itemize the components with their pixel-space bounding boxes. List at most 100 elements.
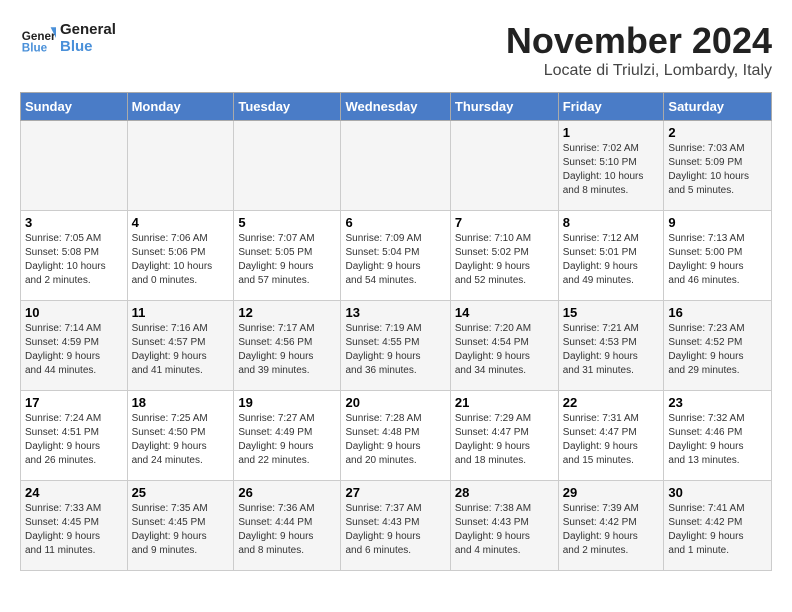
weekday-header-sunday: Sunday — [21, 93, 128, 121]
weekday-header-monday: Monday — [127, 93, 234, 121]
calendar-cell: 8 Sunrise: 7:12 AMSunset: 5:01 PMDaylight… — [558, 211, 664, 301]
day-number: 16 — [668, 305, 767, 320]
logo-line2: Blue — [60, 38, 116, 55]
calendar-cell: 14 Sunrise: 7:20 AMSunset: 4:54 PMDayligh… — [450, 301, 558, 391]
calendar-week-4: 17 Sunrise: 7:24 AMSunset: 4:51 PMDayligh… — [21, 391, 772, 481]
calendar-cell: 3Sunrise: 7:05 AMSunset: 5:08 PMDaylight… — [21, 211, 128, 301]
title-block: November 2024 Locate di Triulzi, Lombard… — [506, 20, 772, 80]
calendar-week-3: 10 Sunrise: 7:14 AMSunset: 4:59 PMDayligh… — [21, 301, 772, 391]
calendar-cell: 6 Sunrise: 7:09 AMSunset: 5:04 PMDaylight… — [341, 211, 450, 301]
day-info: Sunrise: 7:10 AMSunset: 5:02 PMDaylight:… — [455, 232, 554, 288]
day-info: Sunrise: 7:17 AMSunset: 4:56 PMDaylight:… — [238, 322, 336, 378]
weekday-row: SundayMondayTuesdayWednesdayThursdayFrid… — [21, 93, 772, 121]
calendar-cell: 9 Sunrise: 7:13 AMSunset: 5:00 PMDaylight… — [664, 211, 772, 301]
day-number: 8 — [563, 215, 660, 230]
day-info: Sunrise: 7:41 AMSunset: 4:42 PMDaylight:… — [668, 502, 767, 558]
weekday-header-wednesday: Wednesday — [341, 93, 450, 121]
day-info: Sunrise: 7:29 AMSunset: 4:47 PMDaylight:… — [455, 412, 554, 468]
day-info: Sunrise: 7:38 AMSunset: 4:43 PMDaylight:… — [455, 502, 554, 558]
day-number: 19 — [238, 395, 336, 410]
calendar-cell: 17 Sunrise: 7:24 AMSunset: 4:51 PMDayligh… — [21, 391, 128, 481]
weekday-header-saturday: Saturday — [664, 93, 772, 121]
day-info: Sunrise: 7:31 AMSunset: 4:47 PMDaylight:… — [563, 412, 660, 468]
day-number: 22 — [563, 395, 660, 410]
calendar-cell: 26 Sunrise: 7:36 AMSunset: 4:44 PMDayligh… — [234, 481, 341, 571]
day-number: 6 — [345, 215, 445, 230]
calendar-cell — [21, 121, 128, 211]
day-info: Sunrise: 7:35 AMSunset: 4:45 PMDaylight:… — [132, 502, 230, 558]
logo-line1: General — [60, 21, 116, 38]
calendar-cell — [127, 121, 234, 211]
day-info: Sunrise: 7:14 AMSunset: 4:59 PMDaylight:… — [25, 322, 123, 378]
calendar-cell: 16 Sunrise: 7:23 AMSunset: 4:52 PMDayligh… — [664, 301, 772, 391]
day-info: Sunrise: 7:12 AMSunset: 5:01 PMDaylight:… — [563, 232, 660, 288]
day-info: Sunrise: 7:07 AMSunset: 5:05 PMDaylight:… — [238, 232, 336, 288]
calendar-cell — [450, 121, 558, 211]
day-number: 4 — [132, 215, 230, 230]
day-info: Sunrise: 7:21 AMSunset: 4:53 PMDaylight:… — [563, 322, 660, 378]
calendar-cell: 28 Sunrise: 7:38 AMSunset: 4:43 PMDayligh… — [450, 481, 558, 571]
day-info: Sunrise: 7:32 AMSunset: 4:46 PMDaylight:… — [668, 412, 767, 468]
day-info: Sunrise: 7:23 AMSunset: 4:52 PMDaylight:… — [668, 322, 767, 378]
day-number: 15 — [563, 305, 660, 320]
day-info: Sunrise: 7:37 AMSunset: 4:43 PMDaylight:… — [345, 502, 445, 558]
calendar-cell: 24 Sunrise: 7:33 AMSunset: 4:45 PMDayligh… — [21, 481, 128, 571]
day-info: Sunrise: 7:27 AMSunset: 4:49 PMDaylight:… — [238, 412, 336, 468]
calendar-cell: 20 Sunrise: 7:28 AMSunset: 4:48 PMDayligh… — [341, 391, 450, 481]
day-number: 2 — [668, 125, 767, 140]
day-number: 13 — [345, 305, 445, 320]
calendar-week-5: 24 Sunrise: 7:33 AMSunset: 4:45 PMDayligh… — [21, 481, 772, 571]
day-number: 29 — [563, 485, 660, 500]
month-title: November 2024 — [506, 20, 772, 62]
day-info: Sunrise: 7:05 AMSunset: 5:08 PMDaylight:… — [25, 232, 123, 288]
day-number: 20 — [345, 395, 445, 410]
day-info: Sunrise: 7:28 AMSunset: 4:48 PMDaylight:… — [345, 412, 445, 468]
day-number: 14 — [455, 305, 554, 320]
day-info: Sunrise: 7:03 AMSunset: 5:09 PMDaylight:… — [668, 142, 767, 198]
weekday-header-friday: Friday — [558, 93, 664, 121]
calendar-cell — [234, 121, 341, 211]
day-number: 28 — [455, 485, 554, 500]
calendar-cell: 11Sunrise: 7:16 AMSunset: 4:57 PMDayligh… — [127, 301, 234, 391]
calendar-cell: 18Sunrise: 7:25 AMSunset: 4:50 PMDayligh… — [127, 391, 234, 481]
day-info: Sunrise: 7:09 AMSunset: 5:04 PMDaylight:… — [345, 232, 445, 288]
calendar-cell: 21 Sunrise: 7:29 AMSunset: 4:47 PMDayligh… — [450, 391, 558, 481]
day-number: 9 — [668, 215, 767, 230]
location-subtitle: Locate di Triulzi, Lombardy, Italy — [506, 62, 772, 80]
calendar-cell: 4Sunrise: 7:06 AMSunset: 5:06 PMDaylight… — [127, 211, 234, 301]
calendar-body: 1 Sunrise: 7:02 AMSunset: 5:10 PMDaylight… — [21, 121, 772, 571]
day-number: 17 — [25, 395, 123, 410]
calendar-cell: 15 Sunrise: 7:21 AMSunset: 4:53 PMDayligh… — [558, 301, 664, 391]
calendar-cell: 12 Sunrise: 7:17 AMSunset: 4:56 PMDayligh… — [234, 301, 341, 391]
calendar-cell: 5 Sunrise: 7:07 AMSunset: 5:05 PMDaylight… — [234, 211, 341, 301]
day-number: 11 — [132, 305, 230, 320]
day-info: Sunrise: 7:36 AMSunset: 4:44 PMDaylight:… — [238, 502, 336, 558]
day-info: Sunrise: 7:24 AMSunset: 4:51 PMDaylight:… — [25, 412, 123, 468]
svg-text:Blue: Blue — [22, 42, 48, 55]
calendar-cell: 2 Sunrise: 7:03 AMSunset: 5:09 PMDaylight… — [664, 121, 772, 211]
calendar-cell: 30Sunrise: 7:41 AMSunset: 4:42 PMDayligh… — [664, 481, 772, 571]
day-info: Sunrise: 7:20 AMSunset: 4:54 PMDaylight:… — [455, 322, 554, 378]
calendar-cell: 25Sunrise: 7:35 AMSunset: 4:45 PMDayligh… — [127, 481, 234, 571]
calendar-table: SundayMondayTuesdayWednesdayThursdayFrid… — [20, 92, 772, 571]
day-number: 23 — [668, 395, 767, 410]
calendar-cell: 27 Sunrise: 7:37 AMSunset: 4:43 PMDayligh… — [341, 481, 450, 571]
day-number: 26 — [238, 485, 336, 500]
day-number: 5 — [238, 215, 336, 230]
day-number: 24 — [25, 485, 123, 500]
calendar-cell: 23 Sunrise: 7:32 AMSunset: 4:46 PMDayligh… — [664, 391, 772, 481]
weekday-header-thursday: Thursday — [450, 93, 558, 121]
day-info: Sunrise: 7:25 AMSunset: 4:50 PMDaylight:… — [132, 412, 230, 468]
day-number: 10 — [25, 305, 123, 320]
weekday-header-tuesday: Tuesday — [234, 93, 341, 121]
day-info: Sunrise: 7:13 AMSunset: 5:00 PMDaylight:… — [668, 232, 767, 288]
calendar-cell: 19 Sunrise: 7:27 AMSunset: 4:49 PMDayligh… — [234, 391, 341, 481]
logo: General Blue General Blue — [20, 20, 116, 56]
day-info: Sunrise: 7:33 AMSunset: 4:45 PMDaylight:… — [25, 502, 123, 558]
day-number: 21 — [455, 395, 554, 410]
calendar-cell: 7Sunrise: 7:10 AMSunset: 5:02 PMDaylight… — [450, 211, 558, 301]
day-info: Sunrise: 7:02 AMSunset: 5:10 PMDaylight:… — [563, 142, 660, 198]
day-number: 12 — [238, 305, 336, 320]
day-number: 1 — [563, 125, 660, 140]
day-number: 27 — [345, 485, 445, 500]
